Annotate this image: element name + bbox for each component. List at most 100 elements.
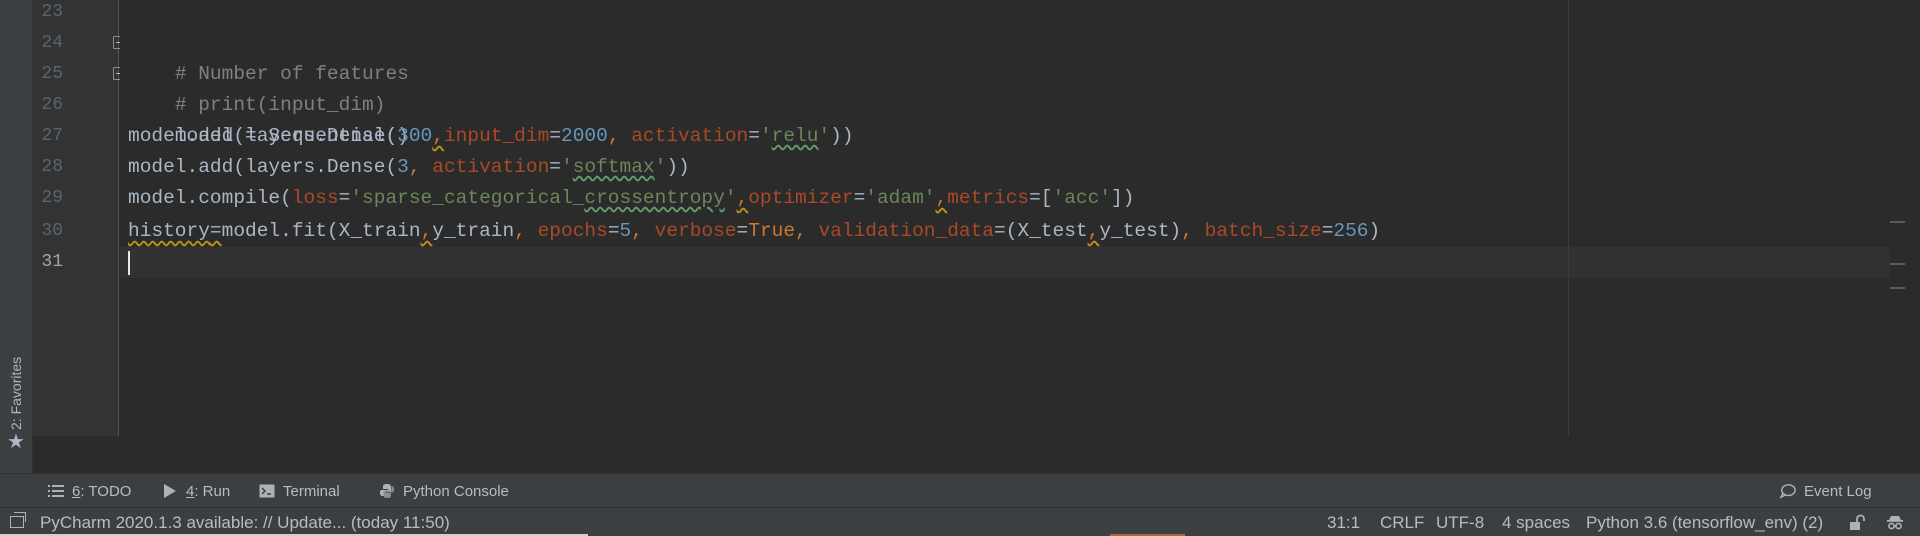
code-text: =: [748, 125, 760, 147]
string-literal: 'sparse_categorical_: [350, 187, 585, 209]
code-text: model.add(layers.Dense(: [128, 125, 398, 147]
code-text: history: [128, 220, 210, 242]
inspector-icon[interactable]: [1885, 508, 1905, 536]
code-text: model.fit(X_train: [221, 220, 421, 242]
comma-warning: ,: [432, 125, 444, 147]
comma-warning: ,: [935, 187, 948, 209]
separator: ,: [607, 125, 632, 147]
param-name: verbose: [654, 220, 737, 242]
python-interpreter[interactable]: Python 3.6 (tensorflow_env) (2): [1586, 508, 1823, 536]
comma-warning: ,: [420, 220, 433, 242]
code-text: =: [549, 156, 561, 178]
string-literal: relu: [771, 125, 819, 147]
param-name: validation_data: [818, 220, 994, 242]
event-log-label: Event Log: [1804, 482, 1872, 500]
number-literal: 256: [1333, 220, 1369, 242]
event-log-tool-button[interactable]: Event Log: [1780, 474, 1872, 508]
caret-position[interactable]: 31:1: [1327, 508, 1360, 536]
line-number: 30: [41, 221, 63, 241]
code-text: y_train: [432, 220, 515, 242]
update-notification[interactable]: PyCharm 2020.1.3 available: // Update...…: [40, 508, 450, 536]
string-quote: ': [759, 125, 772, 147]
code-text: )): [830, 125, 854, 147]
status-bar: PyCharm 2020.1.3 available: // Update...…: [0, 507, 1920, 536]
vertical-scrollbar[interactable]: [1889, 0, 1905, 436]
string-quote: ': [724, 187, 737, 209]
code-editor[interactable]: # Number of features # print(input_dim) …: [120, 0, 1905, 436]
line-number-gutter: 23 24 25 26 27 28 29 30 31: [33, 0, 124, 436]
toggle-tool-windows-icon[interactable]: [10, 512, 26, 528]
line-number: 29: [41, 188, 63, 208]
code-line-28: model.add(layers.Dense(3, activation= 'so…: [128, 152, 690, 183]
string-literal-typo: crossentropy: [584, 187, 725, 209]
string-literal: softmax: [572, 156, 655, 178]
current-line-number: 31: [41, 252, 63, 272]
code-line-24: # Number of features: [128, 28, 409, 85]
code-text: =: [736, 220, 749, 242]
number-literal: 2000: [561, 125, 608, 147]
terminal-icon: [259, 483, 275, 499]
code-line-29: model.compile(loss='sparse_categorical_c…: [128, 183, 1134, 214]
right-margin-guide: [1568, 0, 1569, 436]
param-name: activation: [432, 156, 550, 178]
line-number: 25: [41, 64, 63, 84]
code-text: ): [1368, 220, 1381, 242]
line-number: 23: [41, 2, 63, 22]
python-console-label: Python Console: [403, 482, 509, 500]
comma-warning: ,: [736, 187, 749, 209]
code-line-26: model = Sequential(): [128, 90, 409, 147]
code-line-30: history=model.fit(X_train,y_train, epoch…: [128, 216, 1380, 247]
favorites-tab[interactable]: 2: Favorites: [8, 357, 24, 430]
todo-label: 6: TODO: [72, 482, 132, 500]
current-line-highlight: [120, 247, 1905, 278]
code-text: model.compile(: [128, 187, 292, 209]
code-text: =: [607, 220, 620, 242]
line-number: 26: [41, 95, 63, 115]
param-name: activation: [631, 125, 749, 147]
text-caret: [128, 251, 130, 275]
param-name: optimizer: [748, 187, 854, 209]
separator: ,: [514, 220, 538, 242]
code-text: y_test): [1099, 220, 1182, 242]
unlock-icon[interactable]: [1848, 508, 1866, 536]
code-text: =: [1321, 220, 1334, 242]
comma-warning: ,: [1087, 220, 1100, 242]
code-line-27: model.add(layers.Dense(300,input_dim=200…: [128, 121, 854, 152]
error-stripe-mark[interactable]: [1890, 221, 1905, 223]
separator: ,: [795, 220, 819, 242]
run-tool-button[interactable]: 4: Run: [162, 474, 230, 508]
todo-tool-button[interactable]: 6: TODO: [48, 474, 131, 508]
error-stripe-mark[interactable]: [1890, 287, 1905, 289]
line-number: 27: [41, 126, 63, 146]
code-text: =(X_test: [994, 220, 1088, 242]
param-name: epochs: [537, 220, 608, 242]
file-encoding[interactable]: UTF-8: [1436, 508, 1484, 536]
string-quote: ': [818, 125, 831, 147]
code-text: model.add(layers.Dense(: [128, 156, 398, 178]
separator: ,: [408, 156, 433, 178]
code-text: =: [209, 220, 222, 242]
error-stripe-mark[interactable]: [1890, 263, 1905, 265]
favorites-strip: 2: Favorites ★: [0, 0, 33, 473]
line-number: 28: [41, 157, 63, 177]
number-literal: 5: [619, 220, 632, 242]
code-text: =: [338, 187, 351, 209]
param-name: metrics: [947, 187, 1030, 209]
code-text: ]): [1111, 187, 1135, 209]
line-separator[interactable]: CRLF: [1380, 508, 1424, 536]
run-label: 4: Run: [186, 482, 231, 500]
string-quote: ': [654, 156, 667, 178]
indent-setting[interactable]: 4 spaces: [1502, 508, 1570, 536]
terminal-tool-button[interactable]: Terminal: [259, 474, 340, 508]
code-text: =: [549, 125, 561, 147]
number-literal: 300: [397, 125, 433, 147]
param-name: loss: [291, 187, 339, 209]
play-icon: [162, 483, 178, 499]
code-text: =[: [1029, 187, 1053, 209]
star-icon[interactable]: ★: [7, 432, 25, 452]
number-literal: 3: [397, 156, 409, 178]
python-console-tool-button[interactable]: Python Console: [379, 474, 509, 508]
separator: ,: [1181, 220, 1205, 242]
code-line-25: # print(input_dim): [128, 59, 386, 116]
code-text: =: [853, 187, 866, 209]
